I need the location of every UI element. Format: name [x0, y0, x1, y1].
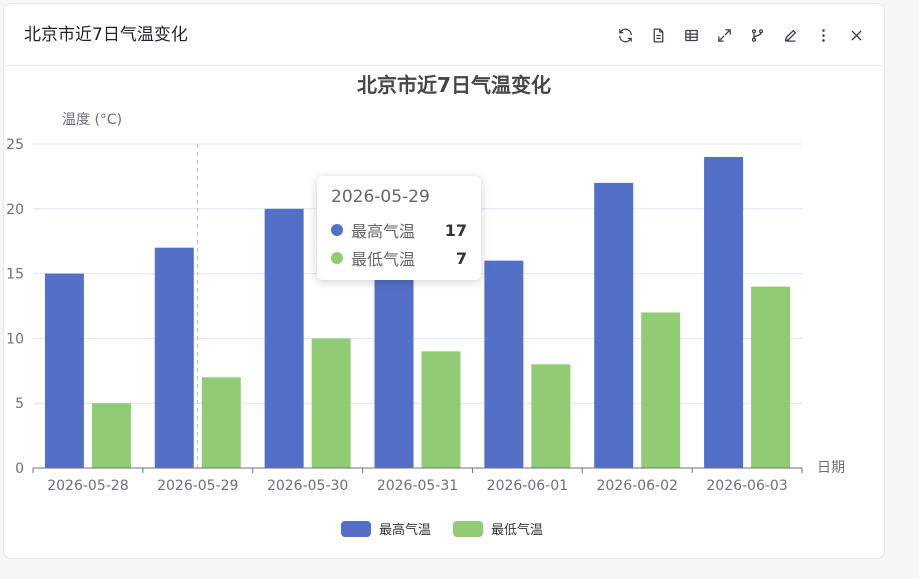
edit-icon: [784, 29, 796, 42]
y-tick-label: 20: [6, 202, 24, 218]
refresh-button[interactable]: [611, 21, 639, 49]
y-tick-label: 25: [6, 137, 24, 153]
legend-label-high[interactable]: 最高气温: [379, 522, 431, 538]
refresh-icon: [618, 28, 632, 42]
tooltip-dot-high: [331, 224, 343, 236]
chart-type-button[interactable]: [743, 21, 771, 49]
legend-swatch-low[interactable]: [453, 521, 483, 537]
chart-area: 北京市近7日气温变化 温度 (°C) 日期 0 5 10 15 20 25 2026-05-…: [4, 66, 884, 558]
tooltip-name: 最低气温: [351, 250, 416, 269]
tooltip-row: 最低气温 7: [331, 244, 467, 272]
branch-icon: [751, 28, 763, 42]
bar-high-temp[interactable]: [594, 182, 634, 468]
y-tick-label: 10: [6, 331, 24, 347]
bar-low-temp[interactable]: [201, 377, 241, 468]
tooltip-name: 最高气温: [351, 222, 416, 241]
tooltip-value: 17: [444, 220, 467, 240]
close-icon: [851, 30, 861, 40]
card-title: 北京市近7日气温变化: [24, 25, 188, 45]
x-tick-label: 2026-06-02: [597, 478, 678, 494]
more-button[interactable]: [809, 21, 837, 49]
legend-label-low[interactable]: 最低气温: [491, 522, 543, 538]
x-tick-label: 2026-06-03: [706, 478, 787, 494]
more-icon: [821, 28, 825, 42]
card-header: 北京市近7日气温变化: [4, 4, 884, 66]
x-tick-label: 2026-05-30: [267, 478, 348, 494]
bar-high-temp[interactable]: [374, 273, 414, 468]
y-tick-label: 0: [15, 461, 24, 477]
toolbar: [606, 21, 870, 49]
chart-tooltip: 2026-05-29 最高气温 17 最低气温 7: [317, 176, 481, 280]
chart-title: 北京市近7日气温变化: [357, 73, 551, 97]
bar-high-temp[interactable]: [264, 208, 304, 469]
chart-card: 北京市近7日气温变化 北京市近7日气温变化 温度 (°C) 日期 0 5 10 …: [3, 3, 885, 559]
bar-low-temp[interactable]: [91, 403, 131, 468]
tooltip-dot-low: [331, 252, 343, 264]
tooltip-value: 7: [455, 248, 467, 268]
bar-low-temp[interactable]: [641, 312, 681, 468]
data-view-button[interactable]: [644, 21, 672, 49]
x-tick-label: 2026-06-01: [487, 478, 568, 494]
bar-high-temp[interactable]: [44, 273, 84, 468]
y-tick-label: 5: [15, 396, 24, 412]
document-icon: [653, 27, 663, 43]
y-axis-label: 温度 (°C): [62, 112, 122, 128]
bar-high-temp[interactable]: [704, 156, 744, 468]
tooltip-row: 最高气温 17: [331, 216, 467, 244]
table-icon: [684, 29, 698, 41]
x-tick-label: 2026-05-29: [157, 478, 238, 494]
bar-low-temp[interactable]: [751, 286, 791, 468]
y-tick-label: 15: [6, 267, 24, 283]
close-button[interactable]: [842, 21, 870, 49]
x-axis-label: 日期: [817, 460, 845, 476]
tooltip-title: 2026-05-29: [331, 187, 430, 207]
bar-high-temp[interactable]: [154, 247, 194, 468]
bar-chart: 北京市近7日气温变化 温度 (°C) 日期 0 5 10 15 20 25 2026-05-…: [6, 73, 845, 538]
bar-high-temp[interactable]: [484, 260, 524, 468]
bar-low-temp[interactable]: [311, 338, 351, 468]
fullscreen-button[interactable]: [710, 21, 738, 49]
table-button[interactable]: [677, 21, 705, 49]
x-tick-label: 2026-05-28: [47, 478, 128, 494]
bar-low-temp[interactable]: [421, 351, 461, 468]
x-tick-label: 2026-05-31: [377, 478, 458, 494]
expand-icon: [717, 28, 731, 42]
bar-low-temp[interactable]: [531, 364, 571, 468]
legend-swatch-high[interactable]: [341, 521, 371, 537]
edit-button[interactable]: [776, 21, 804, 49]
